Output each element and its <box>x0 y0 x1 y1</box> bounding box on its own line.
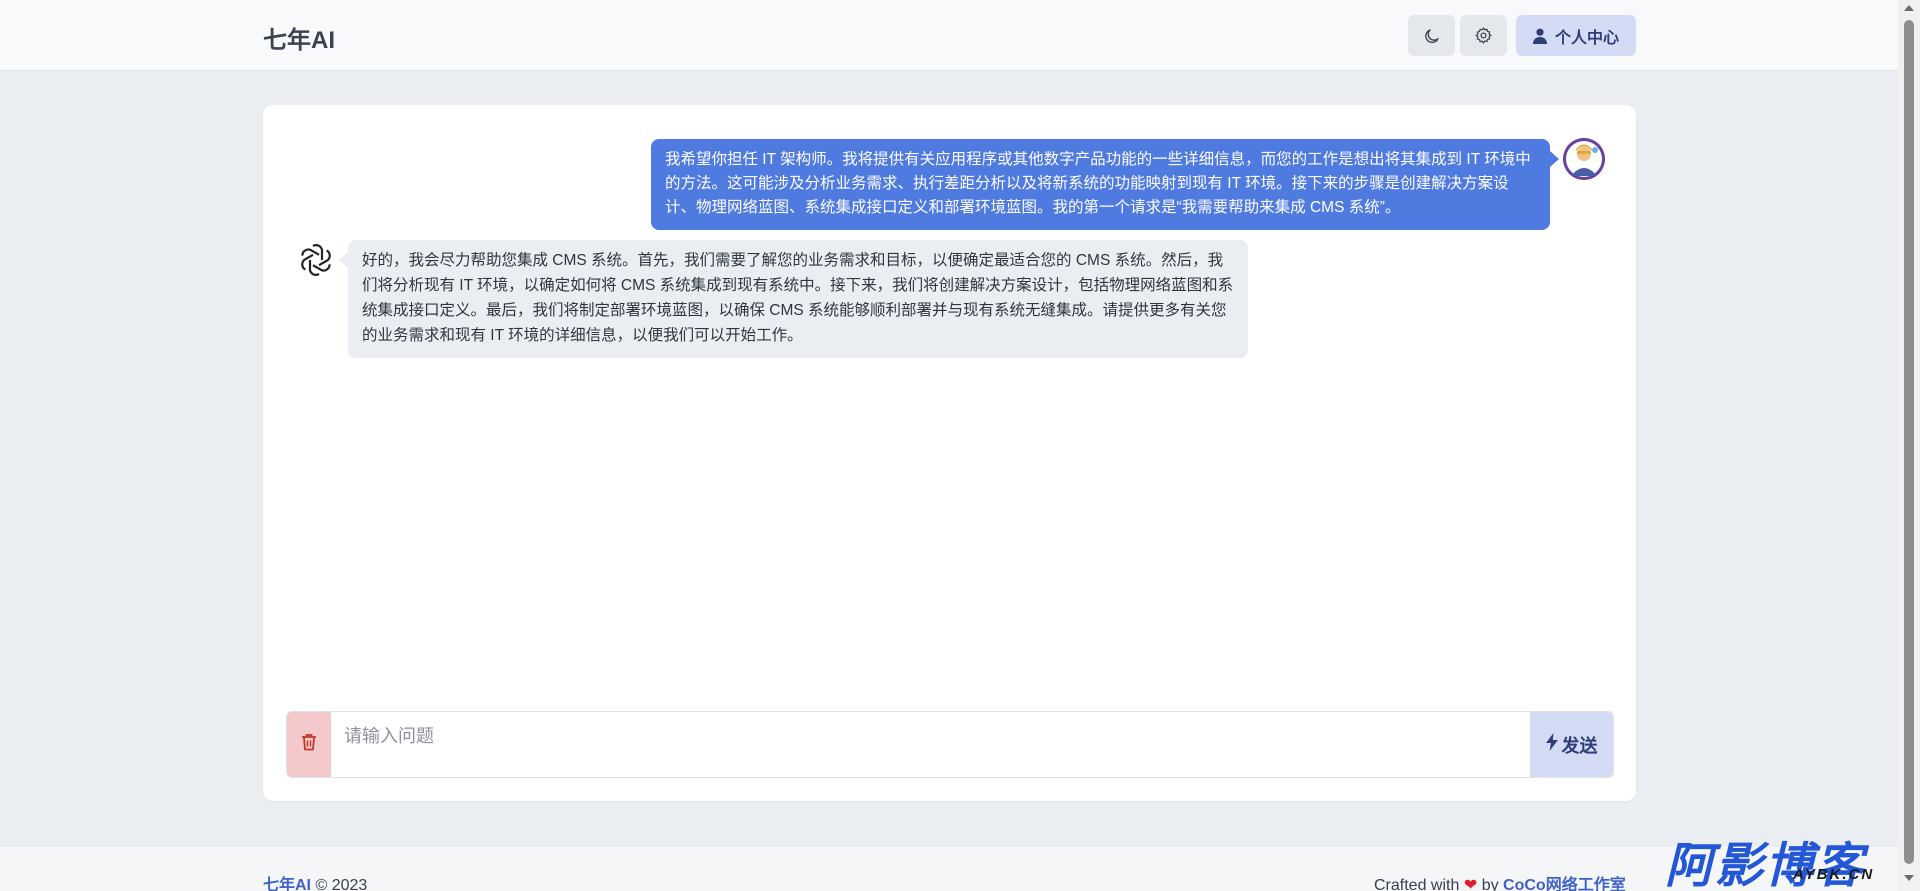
copyright-text: © 2023 <box>315 877 368 891</box>
settings-button[interactable] <box>1460 15 1507 56</box>
assistant-message-bubble: 好的，我会尽力帮助您集成 CMS 系统。首先，我们需要了解您的业务需求和目标，以… <box>339 240 1248 358</box>
scroll-thumb[interactable] <box>1904 20 1914 864</box>
send-label: 发送 <box>1561 735 1598 756</box>
watermark-subtext: AYBK.CN <box>1793 866 1875 883</box>
top-navbar: 七年AI 个人中心 <box>0 0 1898 71</box>
page-scrollbar[interactable] <box>1898 0 1920 891</box>
chat-input-bar: 发送 <box>286 711 1614 778</box>
footer-credits: Crafted with ❤ by CoCo网络工作室 <box>1374 871 1626 891</box>
footer-brand-link[interactable]: 七年AI <box>263 877 311 891</box>
studio-link[interactable]: CoCo网络工作室 <box>1503 877 1626 891</box>
user-message-bubble: 我希望你担任 IT 架构师。我将提供有关应用程序或其他数字产品功能的一些详细信息… <box>651 139 1559 230</box>
theme-toggle-button[interactable] <box>1408 15 1455 56</box>
scroll-down-arrow-icon[interactable] <box>1904 875 1914 881</box>
profile-label: 个人中心 <box>1554 29 1619 47</box>
assistant-message-text: 好的，我会尽力帮助您集成 CMS 系统。首先，我们需要了解您的业务需求和目标，以… <box>362 252 1234 344</box>
crafted-text: Crafted with <box>1374 877 1460 891</box>
footer-copyright: 七年AI © 2023 <box>263 871 367 891</box>
page-footer: 七年AI © 2023 Crafted with ❤ by CoCo网络工作室 <box>0 847 1898 891</box>
moon-icon <box>1423 27 1441 45</box>
user-avatar <box>1563 138 1605 180</box>
user-message-text: 我希望你担任 IT 架构师。我将提供有关应用程序或其他数字产品功能的一些详细信息… <box>665 151 1531 216</box>
trash-icon <box>301 733 317 756</box>
user-icon <box>1532 28 1547 44</box>
scroll-up-arrow-icon[interactable] <box>1904 5 1914 11</box>
bubble-tail <box>339 252 348 268</box>
clear-chat-button[interactable] <box>287 712 331 777</box>
heart-icon: ❤ <box>1463 877 1478 891</box>
chat-panel: 我希望你担任 IT 架构师。我将提供有关应用程序或其他数字产品功能的一些详细信息… <box>263 105 1636 801</box>
profile-button[interactable]: 个人中心 <box>1516 15 1636 56</box>
send-button[interactable]: 发送 <box>1530 712 1613 777</box>
blog-watermark: 阿影博客 AYBK.CN <box>1665 826 1890 891</box>
gear-icon <box>1474 26 1493 45</box>
by-text: by <box>1481 877 1499 891</box>
brand-title[interactable]: 七年AI <box>263 20 335 55</box>
openai-logo-icon <box>296 240 336 280</box>
question-input[interactable] <box>331 712 1531 777</box>
lightning-icon <box>1545 733 1558 756</box>
bubble-tail <box>1550 151 1559 167</box>
